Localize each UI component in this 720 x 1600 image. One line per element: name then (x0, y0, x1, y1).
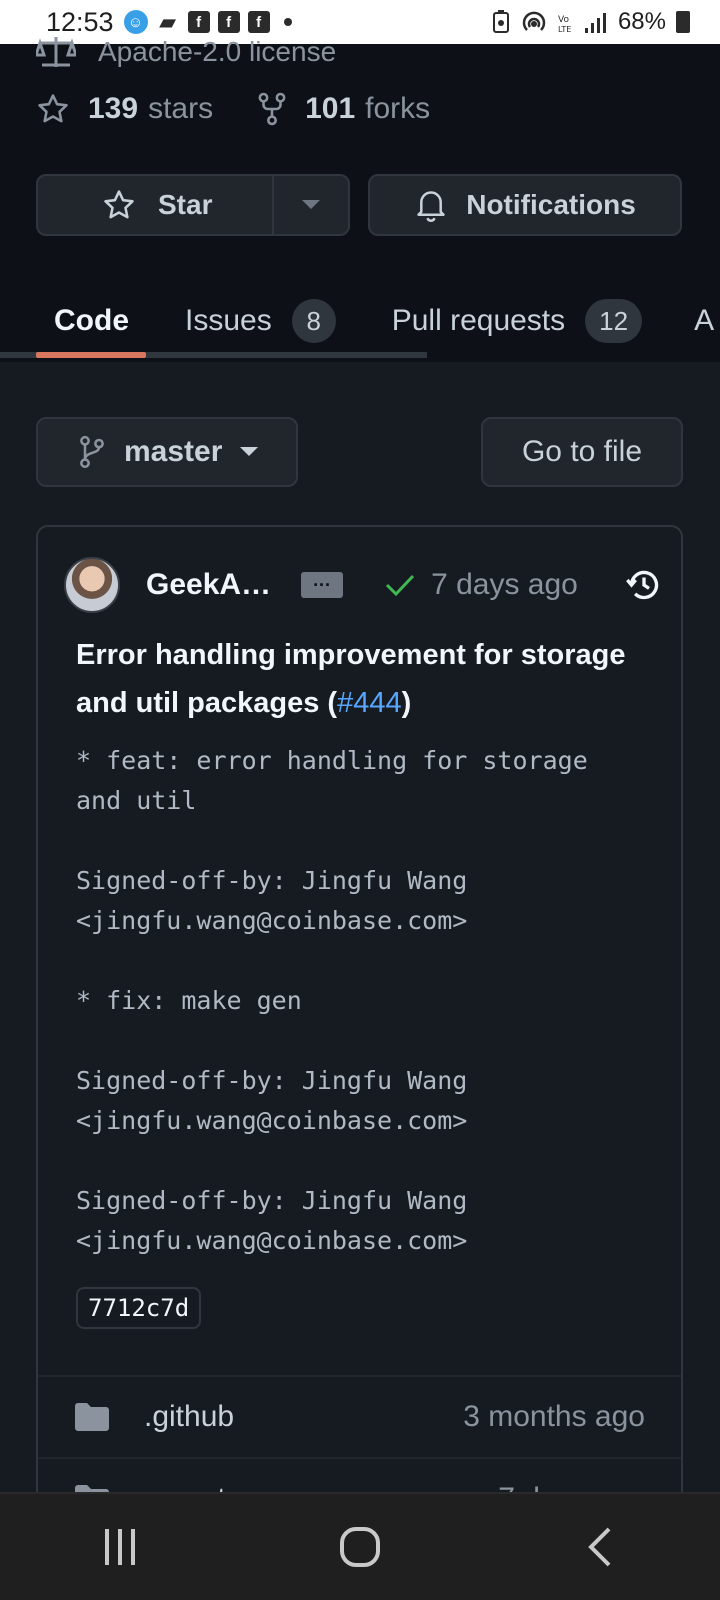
system-navigation-bar (0, 1492, 720, 1600)
author-avatar[interactable] (64, 557, 120, 613)
forks-label: forks (365, 92, 431, 125)
back-icon (588, 1527, 611, 1567)
repo-tabs: Code Issues 8 Pull requests 12 A (0, 280, 720, 362)
pull-request-link[interactable]: #444 (337, 687, 402, 719)
facebook-icon: f (247, 11, 270, 33)
back-button[interactable] (560, 1507, 640, 1587)
tab-issues[interactable]: Issues 8 (185, 280, 336, 362)
stars-label: stars (148, 92, 214, 125)
star-icon (38, 94, 68, 123)
star-button-group: Star (36, 174, 350, 236)
git-branch-icon (80, 435, 104, 469)
notifications-button[interactable]: Notifications (368, 174, 682, 236)
commit-time: 7 days ago (431, 568, 578, 601)
dot-icon (283, 18, 292, 26)
history-icon[interactable] (624, 565, 664, 605)
caret-down-icon (240, 447, 259, 456)
go-to-file-button[interactable]: Go to file (481, 417, 683, 487)
tab-actions-label: A (694, 304, 715, 337)
hotspot-icon (522, 11, 546, 31)
caret-down-icon (302, 200, 320, 209)
star-button-label: Star (158, 189, 213, 220)
check-icon[interactable] (385, 573, 415, 597)
issues-counter: 8 (291, 299, 336, 343)
repo-stats: 139 stars 101 forks (36, 92, 474, 126)
commit-message-body: * feat: error handling for storage and u… (76, 746, 588, 1255)
notifications-label: Notifications (466, 189, 636, 220)
pull-requests-counter: 12 (585, 299, 643, 343)
stars-link[interactable]: 139 stars (36, 92, 213, 126)
chat-icon: ▰ (159, 9, 177, 34)
tab-code-label: Code (54, 304, 129, 337)
license-label: Apache-2.0 license (98, 36, 337, 67)
latest-commit-card: GeekA… ··· 7 days ago Error handling imp… (36, 525, 683, 1525)
status-notification-icons: ☺ ▰ f f f (123, 9, 292, 34)
svg-text:LTE: LTE (558, 25, 571, 34)
stars-count: 139 (88, 92, 139, 125)
file-row[interactable]: .github 3 months ago (38, 1375, 681, 1457)
vowifi-icon: VoLTE (558, 15, 571, 34)
bell-icon (417, 191, 445, 222)
assistant-icon: ☺ (123, 10, 148, 34)
forks-count: 101 (305, 92, 356, 125)
facebook-icon: f (187, 11, 210, 33)
go-to-file-label: Go to file (521, 435, 643, 468)
file-time: 3 months ago (463, 1400, 645, 1433)
svg-text:Vo: Vo (558, 15, 569, 25)
folder-icon (75, 1403, 109, 1431)
branch-selector[interactable]: master (36, 417, 298, 487)
commit-title[interactable]: Error handling improvement for storage a… (76, 631, 656, 727)
law-icon (36, 37, 76, 67)
file-name[interactable]: .github (144, 1400, 234, 1434)
tab-pull-requests-label: Pull requests (391, 304, 566, 337)
tab-selected-indicator (36, 352, 146, 358)
signal-icon (584, 13, 606, 33)
forks-link[interactable]: 101 forks (257, 92, 430, 126)
status-time: 12:53 (46, 6, 114, 37)
battery-icon (676, 11, 690, 33)
commit-header: GeekA… ··· 7 days ago (64, 557, 664, 613)
tab-pull-requests[interactable]: Pull requests 12 (391, 280, 643, 362)
status-system-icons: Vo LTE 68% (492, 8, 690, 36)
license-row[interactable]: Apache-2.0 license (36, 36, 336, 68)
home-button[interactable] (320, 1507, 400, 1587)
star-icon (104, 190, 134, 219)
facebook-icon: f (217, 11, 240, 33)
commit-author[interactable]: GeekA… (146, 568, 271, 602)
repo-header: Apache-2.0 license 139 stars 101 forks S… (0, 36, 720, 362)
recent-apps-button[interactable] (80, 1507, 160, 1587)
fork-icon (258, 92, 286, 126)
recent-apps-icon (105, 1529, 135, 1565)
star-button[interactable]: Star (38, 176, 274, 234)
expand-commit-message-button[interactable]: ··· (301, 572, 344, 598)
battery-percent: 68% (617, 8, 666, 35)
battery-saver-icon (492, 10, 509, 33)
commit-title-end: ) (401, 687, 412, 719)
tab-code[interactable]: Code (54, 280, 129, 362)
tab-issues-label: Issues (185, 304, 272, 337)
home-icon (340, 1527, 380, 1567)
star-lists-dropdown[interactable] (274, 200, 348, 210)
branch-name: master (124, 435, 223, 468)
tab-actions-partial[interactable]: A (694, 280, 714, 362)
commit-sha-link[interactable]: 7712c7d (76, 1287, 202, 1329)
